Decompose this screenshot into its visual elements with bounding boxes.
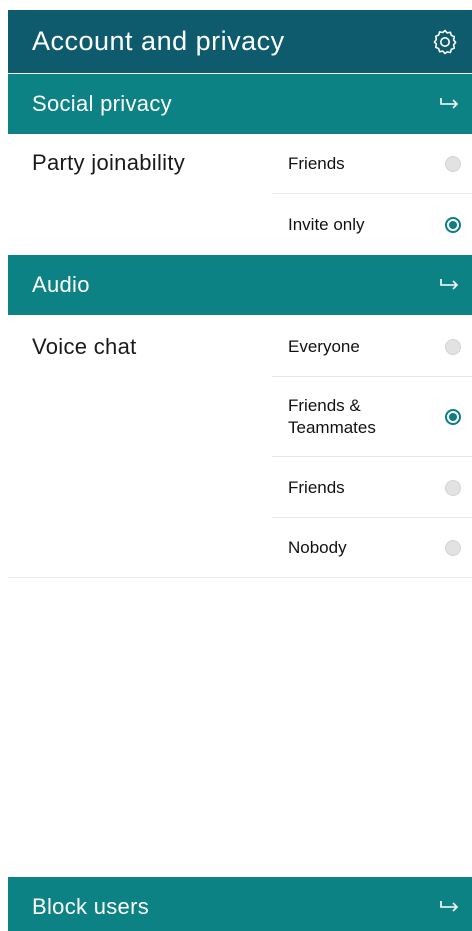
setting-party-joinability: Party joinability (32, 150, 186, 175)
section-social-privacy[interactable]: Social privacy (8, 74, 472, 134)
radio-unselected[interactable] (445, 540, 461, 556)
radio-unselected[interactable] (445, 155, 461, 172)
section-block-users[interactable]: Block users (8, 877, 472, 931)
section-label: Audio (32, 272, 90, 297)
arrow-right-icon (440, 96, 460, 112)
arrow-right-icon (440, 899, 460, 915)
option-label: Invite only (288, 215, 365, 234)
section-label: Block users (32, 894, 150, 919)
radio-unselected[interactable] (445, 479, 461, 496)
page-header: Account and privacy (8, 10, 472, 73)
option-everyone[interactable]: Everyone (272, 317, 472, 377)
option-label: Friends (288, 153, 345, 173)
radio-selected[interactable] (445, 409, 461, 425)
radio-unselected[interactable] (445, 338, 461, 355)
option-label: Friends & Teammates (288, 396, 376, 437)
radio-selected[interactable] (445, 217, 461, 233)
divider (8, 577, 472, 578)
option-friends-party[interactable]: Friends (272, 134, 472, 194)
section-audio[interactable]: Audio (8, 255, 472, 315)
page-title: Account and privacy (32, 26, 285, 56)
option-label: Friends (288, 477, 345, 497)
option-label: Nobody (288, 538, 347, 557)
option-friends-teammates[interactable]: Friends & Teammates (272, 378, 472, 457)
option-nobody[interactable]: Nobody (272, 519, 472, 577)
gear-icon[interactable] (430, 27, 460, 57)
option-label: Everyone (288, 336, 360, 356)
setting-voice-chat: Voice chat (32, 334, 137, 359)
section-label: Social privacy (32, 91, 172, 116)
option-friends-voice[interactable]: Friends (272, 458, 472, 518)
arrow-right-icon (440, 277, 460, 293)
option-invite-only[interactable]: Invite only (272, 195, 472, 255)
